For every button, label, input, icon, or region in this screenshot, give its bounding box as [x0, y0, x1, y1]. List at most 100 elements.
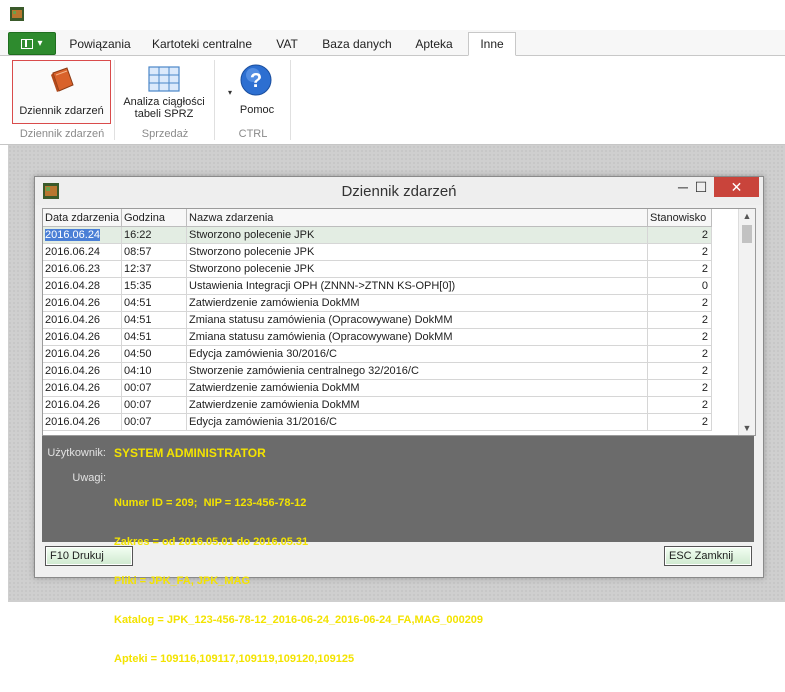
cell-date: 2016.04.26	[43, 362, 122, 380]
table-row[interactable]: 2016.04.26 00:07 Edycja zamówienia 31/2016…	[43, 413, 712, 431]
cell-date: 2016.04.26	[43, 413, 122, 431]
table-row[interactable]: 2016.04.26 04:10 Stworzenie zamówienia cen…	[43, 362, 712, 380]
group-label-sprzedaz: Sprzedaż	[141, 128, 189, 140]
cell-date-text: 2016.04.26	[45, 331, 101, 343]
analiza-ciaglosci-button[interactable]: Analiza ciągłości tabeli SPRZ	[119, 60, 209, 122]
notes-line: Pliki = JPK_FA, JPK_MAG	[114, 575, 251, 587]
close-button[interactable]: ESC Zamknij	[664, 546, 752, 566]
table-row[interactable]: 2016.06.24 16:22 Stworzono polecenie JPK 2	[43, 226, 712, 244]
cell-event-name: Stworzenie zamówienia centralnego 32/201…	[186, 362, 648, 380]
cell-date: 2016.06.24	[43, 243, 122, 261]
table-row[interactable]: 2016.04.26 00:07 Zatwierdzenie zamówienia …	[43, 379, 712, 397]
cell-date-text: 2016.04.26	[45, 365, 101, 377]
cell-event-name: Zatwierdzenie zamówienia DokMM	[186, 396, 648, 414]
cell-date-text: 2016.04.26	[45, 314, 101, 326]
dziennik-zdarzen-dialog: Dziennik zdarzeń ─ ☐ ✕ Data zdarzenia Go…	[34, 176, 764, 665]
cell-time: 15:35	[121, 277, 187, 295]
notes-line: Apteki = 109116,109117,109119,109120,109…	[114, 653, 355, 665]
table-row[interactable]: 2016.04.26 04:51 Zmiana statusu zamówienia…	[43, 311, 712, 329]
dziennik-zdarzen-label: Dziennik zdarzeń	[19, 105, 104, 117]
close-window-button[interactable]: ✕	[714, 177, 759, 197]
cell-time: 04:51	[121, 294, 187, 312]
vertical-scrollbar[interactable]: ▲ ▼	[738, 209, 755, 435]
table-row[interactable]: 2016.04.28 15:35 Ustawienia Integracji OPH…	[43, 277, 712, 295]
notes-line: Numer ID = 209; NIP = 123-456-78-12	[114, 497, 307, 509]
scroll-up-icon[interactable]: ▲	[739, 209, 755, 223]
tab-baza-danych[interactable]: Baza danych	[316, 33, 398, 55]
file-menu-button[interactable]: ▾	[8, 32, 56, 55]
cell-workstation: 2	[647, 294, 712, 312]
cell-event-name: Stworzono polecenie JPK	[186, 243, 648, 261]
cell-event-name: Zatwierdzenie zamówienia DokMM	[186, 294, 648, 312]
cell-event-name: Zatwierdzenie zamówienia DokMM	[186, 379, 648, 397]
cell-date-text: 2016.04.28	[45, 280, 101, 292]
table-grid-icon	[148, 66, 180, 92]
column-header-workstation[interactable]: Stanowisko	[647, 209, 712, 227]
table-row[interactable]: 2016.06.24 08:57 Stworzono polecenie JPK 2	[43, 243, 712, 261]
cell-date-text: 2016.04.26	[45, 399, 101, 411]
app-title-bar	[0, 0, 785, 30]
cell-date: 2016.04.26	[43, 379, 122, 397]
notes-text: Numer ID = 209; NIP = 123-456-78-12 Zakr…	[114, 471, 483, 692]
dialog-title: Dziennik zdarzeń	[341, 183, 457, 200]
ribbon-separator	[214, 60, 215, 140]
cell-date: 2016.06.23	[43, 260, 122, 278]
cell-time: 16:22	[121, 226, 187, 244]
help-icon: ?	[240, 64, 272, 96]
scroll-thumb[interactable]	[742, 225, 752, 243]
table-row[interactable]: 2016.04.26 04:51 Zmiana statusu zamówienia…	[43, 328, 712, 346]
maximize-button[interactable]: ☐	[686, 177, 716, 197]
notes-line: Zakres = od 2016.05.01 do 2016.05.31	[114, 536, 309, 548]
table-row[interactable]: 2016.04.26 04:51 Zatwierdzenie zamówienia …	[43, 294, 712, 312]
tab-powiazania[interactable]: Powiązania	[63, 33, 137, 55]
cell-time: 04:51	[121, 311, 187, 329]
cell-date: 2016.04.26	[43, 328, 122, 346]
ribbon-panel: Dziennik zdarzeń Analiza ciągłości tabel…	[0, 56, 785, 145]
cell-workstation: 2	[647, 328, 712, 346]
column-header-date[interactable]: Data zdarzenia	[43, 209, 122, 227]
group-label-dziennik: Dziennik zdarzeń	[19, 128, 105, 140]
table-row[interactable]: 2016.04.26 04:50 Edycja zamówienia 30/2016…	[43, 345, 712, 363]
cell-time: 04:10	[121, 362, 187, 380]
cell-workstation: 2	[647, 379, 712, 397]
events-table-grid: Data zdarzenia Godzina Nazwa zdarzenia S…	[43, 209, 712, 431]
cell-workstation: 2	[647, 345, 712, 363]
cell-workstation: 2	[647, 311, 712, 329]
cell-date: 2016.04.26	[43, 311, 122, 329]
book-icon	[51, 67, 74, 92]
events-table[interactable]: Data zdarzenia Godzina Nazwa zdarzenia S…	[42, 208, 756, 436]
cell-date: 2016.04.26	[43, 294, 122, 312]
dialog-title-bar[interactable]: Dziennik zdarzeń ─ ☐ ✕	[35, 177, 763, 205]
tab-apteka[interactable]: Apteka	[408, 33, 460, 55]
cell-workstation: 2	[647, 413, 712, 431]
cell-date-text: 2016.04.26	[45, 382, 101, 394]
ribbon-separator	[114, 60, 115, 140]
column-header-event-name[interactable]: Nazwa zdarzenia	[186, 209, 648, 227]
tab-inne[interactable]: Inne	[468, 32, 516, 56]
pomoc-button[interactable]: ? Pomoc	[232, 60, 282, 122]
print-button[interactable]: F10 Drukuj	[45, 546, 133, 566]
table-row[interactable]: 2016.06.23 12:37 Stworzono polecenie JPK 2	[43, 260, 712, 278]
menu-icon	[21, 38, 34, 49]
analiza-label: Analiza ciągłości tabeli SPRZ	[119, 96, 209, 120]
column-header-time[interactable]: Godzina	[121, 209, 187, 227]
cell-workstation: 2	[647, 260, 712, 278]
notes-line: Katalog = JPK_123-456-78-12_2016-06-24_2…	[114, 614, 484, 626]
analiza-label-line2: tabeli SPRZ	[134, 108, 194, 120]
cell-time: 00:07	[121, 379, 187, 397]
table-row[interactable]: 2016.04.26 00:07 Zatwierdzenie zamówienia …	[43, 396, 712, 414]
cell-event-name: Zmiana statusu zamówienia (Opracowywane)…	[186, 328, 648, 346]
tab-kartoteki-centralne[interactable]: Kartoteki centralne	[146, 33, 258, 55]
cell-event-name: Ustawienia Integracji OPH (ZNNN->ZTNN KS…	[186, 277, 648, 295]
user-label: Użytkownik:	[47, 447, 106, 459]
cell-date-text: 2016.04.26	[45, 297, 101, 309]
cell-workstation: 2	[647, 396, 712, 414]
cell-event-name: Stworzono polecenie JPK	[186, 226, 648, 244]
cell-date: 2016.04.26	[43, 345, 122, 363]
cell-workstation: 2	[647, 243, 712, 261]
cell-event-name: Stworzono polecenie JPK	[186, 260, 648, 278]
cell-time: 12:37	[121, 260, 187, 278]
dziennik-zdarzen-button[interactable]: Dziennik zdarzeń	[12, 60, 111, 124]
scroll-down-icon[interactable]: ▼	[739, 421, 755, 435]
tab-vat[interactable]: VAT	[268, 33, 306, 55]
